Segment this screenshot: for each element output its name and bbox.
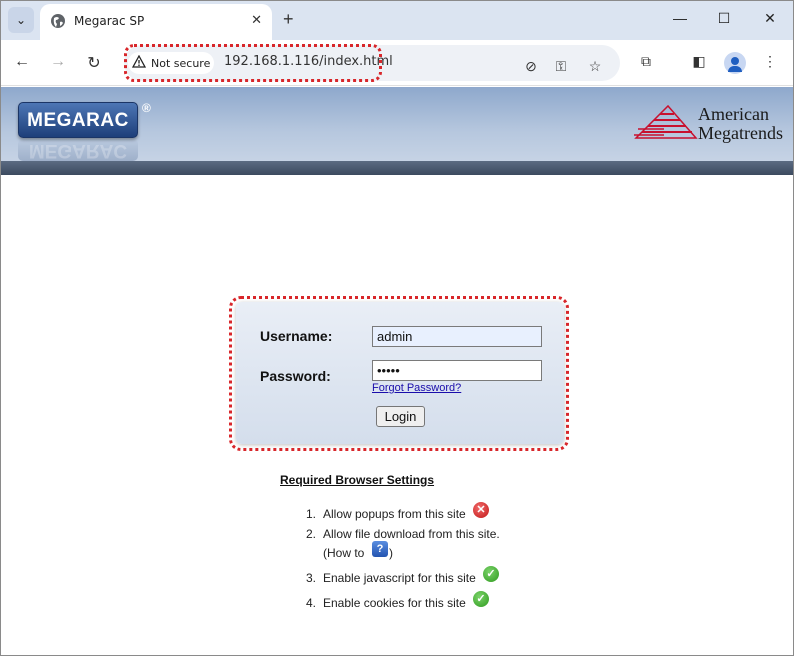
registered-mark: ® <box>142 101 151 115</box>
new-tab-button[interactable]: + <box>283 9 294 29</box>
setting-number: 4. <box>306 596 317 610</box>
help-question-icon[interactable]: ? <box>372 541 388 557</box>
extensions-icon[interactable]: ⧉ <box>636 53 656 70</box>
vendor-name-line2: Megatrends <box>698 123 783 143</box>
bookmark-star-icon[interactable]: ☆ <box>586 58 604 75</box>
forward-icon[interactable]: → <box>48 53 68 71</box>
setting-number: 3. <box>306 571 317 585</box>
setting-number: 2. <box>306 527 317 541</box>
globe-icon <box>51 14 65 28</box>
error-x-icon: ✕ <box>473 502 489 518</box>
setting-popups: Allow popups from this site <box>323 507 466 521</box>
login-highlight-annotation <box>229 296 569 451</box>
megarac-logo: MEGARAC <box>18 102 138 138</box>
setting-howto-open: (How to <box>323 546 365 560</box>
tab-strip: ⌄ Megarac SP ✕ + — ☐ ✕ <box>0 0 794 40</box>
setting-howto-close: ) <box>389 546 393 560</box>
close-tab-icon[interactable]: ✕ <box>251 12 262 28</box>
url-highlight-annotation <box>124 44 382 82</box>
key-icon[interactable]: ⚿ <box>552 58 570 75</box>
header-divider-bar <box>0 161 794 175</box>
minimize-icon[interactable]: — <box>670 10 690 26</box>
setting-number: 1. <box>306 507 317 521</box>
window-close-icon[interactable]: ✕ <box>760 10 780 27</box>
setting-downloads: Allow file download from this site. <box>323 527 500 541</box>
tab-title: Megarac SP <box>74 14 145 28</box>
active-tab[interactable]: Megarac SP ✕ <box>40 4 272 40</box>
reload-icon[interactable]: ↻ <box>84 53 104 73</box>
vendor-name-line1: American <box>698 104 769 124</box>
profile-avatar-icon[interactable] <box>724 52 746 74</box>
ami-pyramid-logo <box>634 104 698 139</box>
check-icon: ✓ <box>483 566 499 582</box>
tab-search-button[interactable]: ⌄ <box>8 7 34 33</box>
menu-kebab-icon[interactable]: ⋮ <box>760 53 780 70</box>
chevron-down-icon: ⌄ <box>15 13 27 27</box>
camera-blocked-icon[interactable]: ⊘ <box>522 58 540 75</box>
maximize-icon[interactable]: ☐ <box>714 10 734 27</box>
megarac-logo-reflection: MEGARAC <box>18 139 138 161</box>
back-icon[interactable]: ← <box>12 53 32 71</box>
browser-toolbar: ← → ↻ Not secure 192.168.1.116/index.htm… <box>0 40 794 86</box>
setting-cookies: Enable cookies for this site <box>323 596 466 610</box>
side-panel-icon[interactable]: ◧ <box>689 53 709 70</box>
settings-title: Required Browser Settings <box>280 473 435 487</box>
check-icon: ✓ <box>473 591 489 607</box>
setting-javascript: Enable javascript for this site <box>323 571 476 585</box>
